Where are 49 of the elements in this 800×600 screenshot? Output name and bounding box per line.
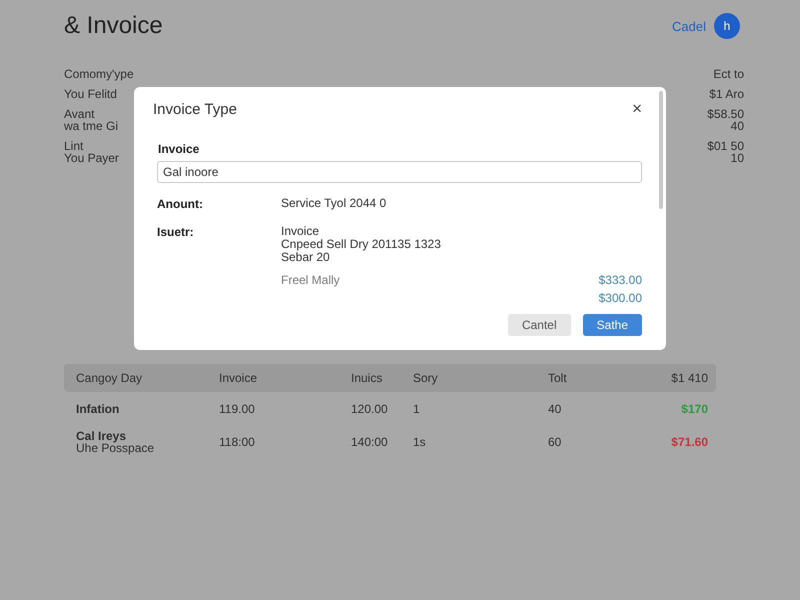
field-label: Invoice (158, 142, 200, 156)
info-text: Avant (64, 108, 96, 120)
column-header: Inuics (351, 371, 384, 385)
dialog-title: Invoice Type (153, 100, 237, 118)
table-cell-text: 1s (413, 434, 427, 448)
detail-label: Anount: (157, 197, 204, 211)
info-text: You Payer (64, 152, 120, 164)
table-cell-text: 1 (413, 402, 421, 416)
column-header: $1 410 (670, 371, 708, 385)
detail-label: Isuetr: (157, 225, 195, 241)
table-cell-text: Cal Ireys (76, 430, 128, 442)
save-button[interactable]: Sathe (582, 314, 642, 336)
amount-cell-text: $71.60 (670, 434, 708, 448)
table-cell-text: 120.00 (351, 402, 389, 416)
info-value: $1 Aro (708, 88, 744, 100)
table-cell-text: Infation (76, 402, 120, 414)
info-text: wa tme Gi (64, 120, 120, 132)
summary-amount: $300.00 (598, 291, 642, 305)
table-cell-text: 119.00 (219, 402, 256, 416)
info-text: Comomy'ype (64, 68, 134, 80)
info-value: 40 (730, 120, 744, 132)
amount-cell-text: $170 (680, 402, 708, 416)
summary-amount: $333.00 (598, 273, 642, 287)
column-header: Tolt (548, 371, 568, 385)
table-cell-subtext: Uhe Posspace (76, 442, 156, 454)
user-avatar[interactable]: h (714, 13, 740, 39)
info-value: $58.50 (707, 108, 744, 120)
summary-label: Freel Mally (281, 273, 340, 287)
detail-value: Sebar 20 (281, 251, 331, 264)
cancel-button[interactable]: Cantel (508, 314, 571, 336)
table-cell-text: 40 (548, 402, 562, 416)
detail-value: Service Tyol 2044 0 (281, 197, 388, 210)
table-cell-text: 60 (548, 434, 562, 448)
info-value: Ect to (712, 68, 744, 80)
column-header: Invoice (219, 371, 258, 385)
page-title: & Invoice (64, 12, 163, 40)
input-field[interactable]: Gal inoore (157, 161, 642, 183)
detail-value: Invoice (281, 225, 320, 238)
column-header: Cangoy Day (76, 371, 144, 385)
detail-value: Cnpeed Sell Dry 201135 1323 (281, 238, 442, 251)
column-header: Sory (413, 371, 439, 385)
table-cell-text: 118:00 (219, 434, 256, 448)
info-value: 10 (730, 152, 744, 164)
table-cell-text: 140:00 (351, 434, 389, 448)
info-value: $01 50 (707, 140, 744, 152)
info-text: Lint (64, 140, 84, 152)
close-button[interactable]: × (632, 99, 642, 119)
info-text: You Felitd (64, 88, 118, 100)
scrollbar[interactable] (659, 91, 663, 209)
